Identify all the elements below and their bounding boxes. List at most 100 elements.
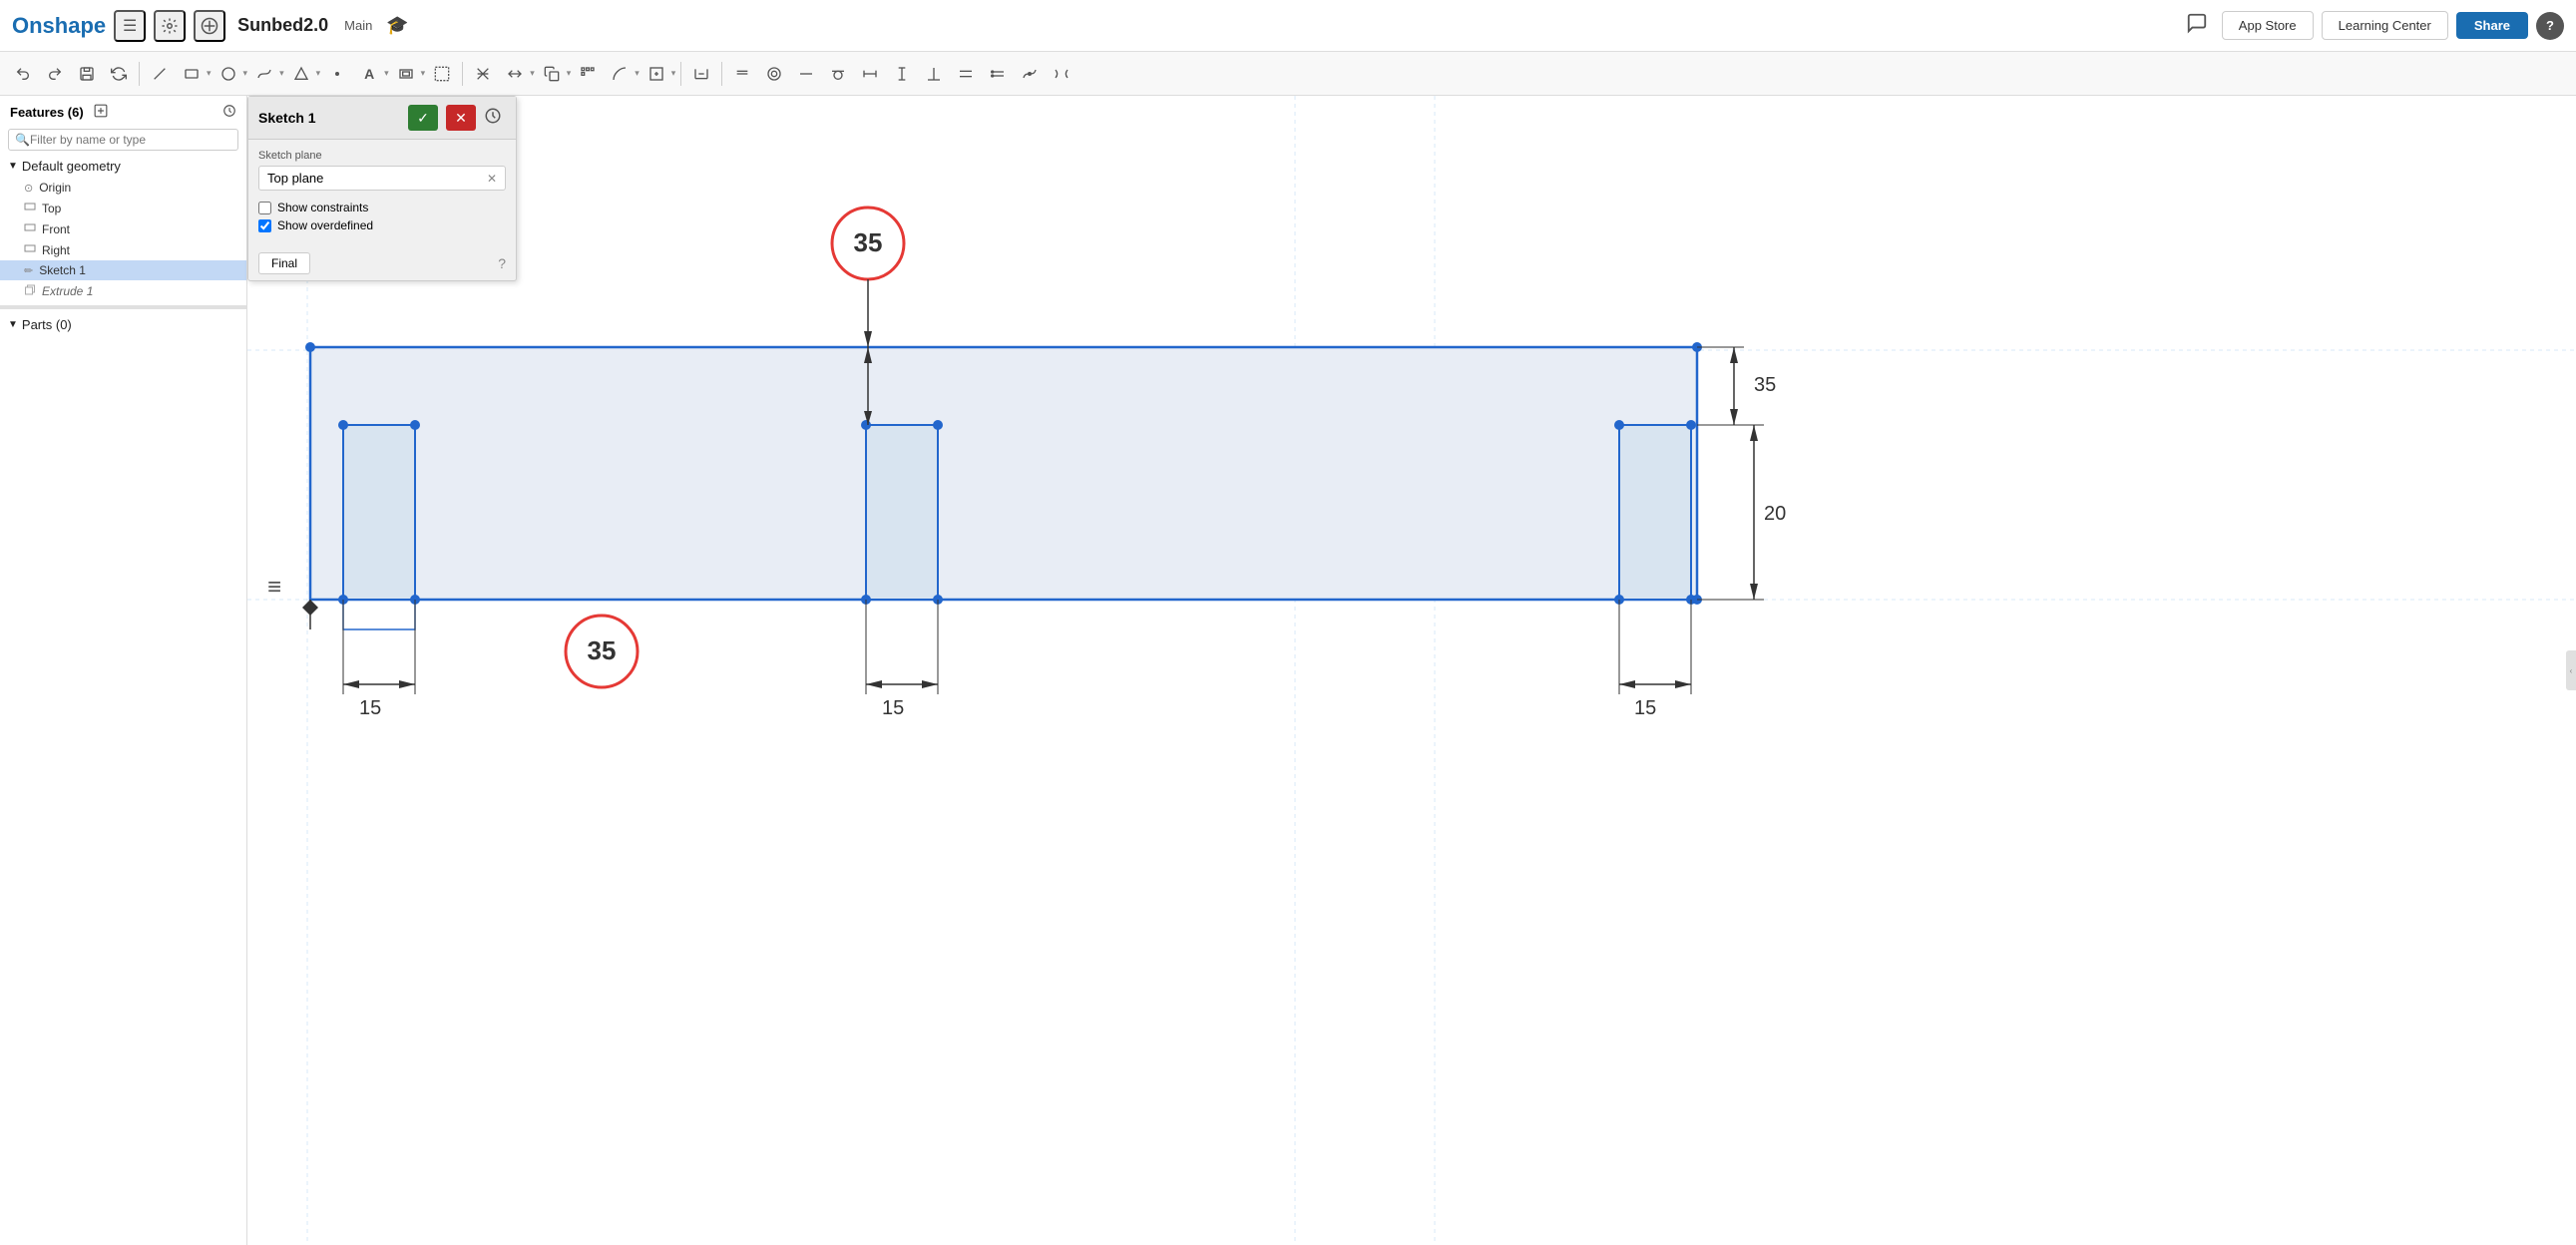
parts-label: Parts (0) xyxy=(22,317,72,332)
tree-item-right[interactable]: Right xyxy=(0,239,246,260)
circle-dropdown-arrow[interactable]: ▾ xyxy=(243,68,248,79)
sketch-cancel-button[interactable]: ✕ xyxy=(446,105,476,131)
point-tool-button[interactable] xyxy=(322,59,352,89)
vertical-button[interactable] xyxy=(887,59,917,89)
perpendicular-button[interactable] xyxy=(919,59,949,89)
dimension-button[interactable] xyxy=(686,59,716,89)
sketch-fillet-group[interactable]: ▾ xyxy=(605,59,640,89)
show-overdefined-label[interactable]: Show overdefined xyxy=(277,218,373,232)
add-feature-icon[interactable] xyxy=(94,104,108,121)
features-header: Features (6) xyxy=(0,96,246,125)
sketch1-label: Sketch 1 xyxy=(39,263,86,277)
parallel-button[interactable] xyxy=(951,59,981,89)
fillet-dropdown-arrow[interactable]: ▾ xyxy=(635,68,640,79)
text-tool-group[interactable]: A ▾ xyxy=(354,59,389,89)
collinear-button[interactable] xyxy=(791,59,821,89)
search-box: 🔍 xyxy=(8,129,238,151)
save-button[interactable] xyxy=(72,59,102,89)
origin-icon: ⊙ xyxy=(24,182,33,195)
dim-15-mid: 15 xyxy=(882,697,904,719)
toolbar: ▾ ▾ ▾ ▾ A ▾ ▾ xyxy=(0,52,2576,96)
final-button[interactable]: Final xyxy=(258,252,310,274)
sketch-panel-body: Sketch plane Top plane ✕ Show constraint… xyxy=(248,140,516,246)
trim-button[interactable] xyxy=(468,59,498,89)
settings-button[interactable] xyxy=(154,10,186,42)
horizontal-button[interactable] xyxy=(855,59,885,89)
tree-item-top[interactable]: Top xyxy=(0,198,246,218)
sketch-plane-value: Top plane ✕ xyxy=(258,166,506,191)
text-tool-button[interactable]: A xyxy=(354,59,384,89)
symmetric-button[interactable] xyxy=(1047,59,1076,89)
import-tool-group[interactable]: ▾ xyxy=(642,59,676,89)
import-dropdown-arrow[interactable]: ▾ xyxy=(671,68,676,79)
rectangle-dropdown-arrow[interactable]: ▾ xyxy=(207,68,212,79)
feature-timer-icon[interactable] xyxy=(222,104,236,121)
spline-tool-button[interactable] xyxy=(249,59,279,89)
canvas[interactable]: 35 20 ≡ 15 15 xyxy=(247,96,2576,1245)
spline-dropdown-arrow[interactable]: ▾ xyxy=(279,68,284,79)
redo-button[interactable] xyxy=(40,59,70,89)
app-store-button[interactable]: App Store xyxy=(2222,11,2314,40)
tangent-button[interactable] xyxy=(823,59,853,89)
shape-tool-button[interactable] xyxy=(286,59,316,89)
onshape-logo[interactable]: Onshape xyxy=(12,13,106,39)
dim-15-right: 15 xyxy=(1634,697,1656,719)
equal-button[interactable] xyxy=(983,59,1013,89)
sketch-plane-clear-button[interactable]: ✕ xyxy=(487,172,497,186)
offset-tool-button[interactable] xyxy=(391,59,421,89)
show-constraints-checkbox[interactable] xyxy=(258,202,271,214)
pattern-button[interactable] xyxy=(573,59,603,89)
shape-tool-group[interactable]: ▾ xyxy=(286,59,321,89)
refresh-button[interactable] xyxy=(104,59,134,89)
offset-dropdown-arrow[interactable]: ▾ xyxy=(421,68,426,79)
right-panel-handle[interactable]: ‹ xyxy=(2566,650,2576,690)
sketch-panel-footer: Final ? xyxy=(248,246,516,280)
add-feature-button[interactable] xyxy=(194,10,225,42)
front-label: Front xyxy=(42,222,70,236)
sketch-fillet-button[interactable] xyxy=(605,59,635,89)
shape-dropdown-arrow[interactable]: ▾ xyxy=(316,68,321,79)
mirror-dropdown-arrow[interactable]: ▾ xyxy=(530,68,535,79)
sketch-help-icon[interactable]: ? xyxy=(498,255,506,271)
document-branch[interactable]: Main xyxy=(344,18,372,33)
tree-item-extrude1[interactable]: Extrude 1 xyxy=(0,280,246,301)
search-input[interactable] xyxy=(30,133,231,147)
spline-tool-group[interactable]: ▾ xyxy=(249,59,284,89)
undo-button[interactable] xyxy=(8,59,38,89)
mirror-tool-button[interactable] xyxy=(500,59,530,89)
copy-tool-button[interactable] xyxy=(537,59,567,89)
document-title[interactable]: Sunbed2.0 xyxy=(237,15,328,36)
tree-item-origin[interactable]: ⊙ Origin xyxy=(0,178,246,198)
circle-tool-button[interactable] xyxy=(214,59,243,89)
show-constraints-label[interactable]: Show constraints xyxy=(277,201,368,214)
parts-header[interactable]: ▼ Parts (0) xyxy=(0,313,246,336)
show-overdefined-checkbox[interactable] xyxy=(258,219,271,232)
sketch-timer-icon[interactable] xyxy=(484,107,506,129)
rectangle-tool-button[interactable] xyxy=(177,59,207,89)
import-tool-button[interactable] xyxy=(642,59,671,89)
tree-item-sketch1[interactable]: ✏ Sketch 1 xyxy=(0,260,246,280)
help-button[interactable]: ? xyxy=(2536,12,2564,40)
copy-dropdown-arrow[interactable]: ▾ xyxy=(567,68,572,79)
offset-tool-group[interactable]: ▾ xyxy=(391,59,426,89)
mirror-tool-group[interactable]: ▾ xyxy=(500,59,535,89)
feature-tree: ▼ Default geometry ⊙ Origin Top Front xyxy=(0,155,246,1245)
tree-item-front[interactable]: Front xyxy=(0,218,246,239)
learning-center-button[interactable]: Learning Center xyxy=(2322,11,2448,40)
rectangle-tool-group[interactable]: ▾ xyxy=(177,59,212,89)
concentric-button[interactable] xyxy=(759,59,789,89)
dim-15-left: 15 xyxy=(359,697,381,719)
midpoint-button[interactable] xyxy=(1015,59,1045,89)
line-tool-button[interactable] xyxy=(145,59,175,89)
sketch-confirm-button[interactable]: ✓ xyxy=(408,105,438,131)
share-button[interactable]: Share xyxy=(2456,12,2528,39)
circle-tool-group[interactable]: ▾ xyxy=(214,59,248,89)
show-overdefined-row: Show overdefined xyxy=(258,218,506,232)
comment-icon[interactable] xyxy=(2186,12,2208,40)
construction-button[interactable] xyxy=(427,59,457,89)
menu-button[interactable]: ☰ xyxy=(114,10,146,42)
default-geometry-header[interactable]: ▼ Default geometry xyxy=(0,155,246,178)
text-dropdown-arrow[interactable]: ▾ xyxy=(384,68,389,79)
copy-tool-group[interactable]: ▾ xyxy=(537,59,572,89)
coincident-button[interactable] xyxy=(727,59,757,89)
